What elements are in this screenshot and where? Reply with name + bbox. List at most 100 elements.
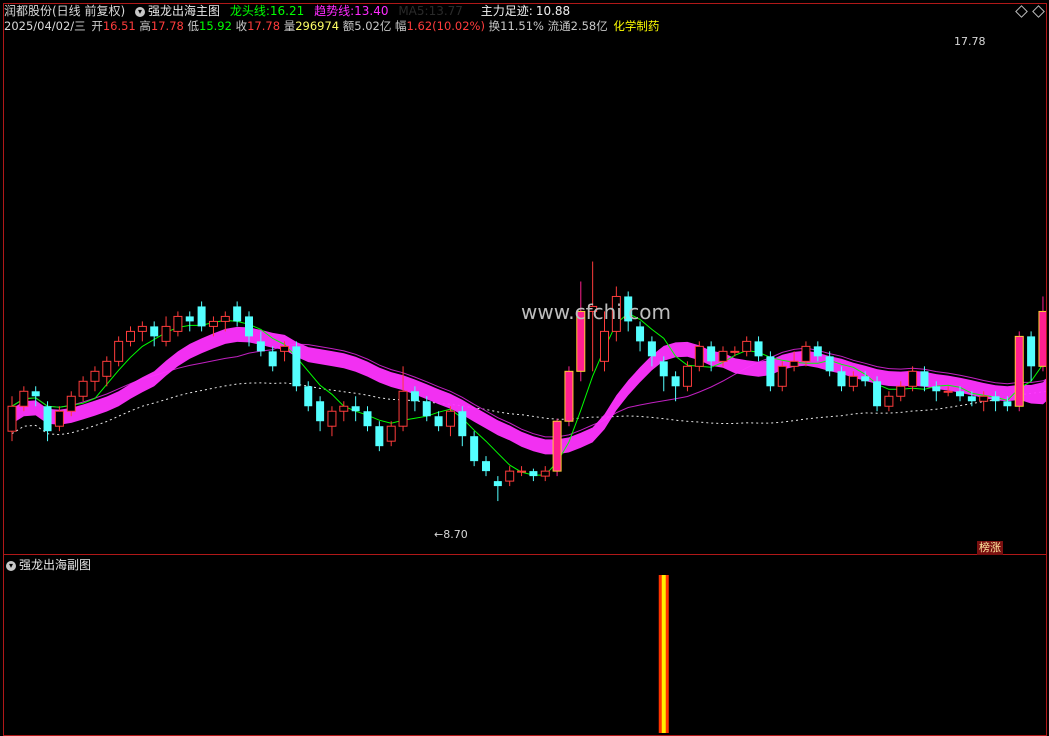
candle-body	[197, 306, 206, 327]
high-label: 高	[139, 19, 151, 33]
candle-body	[777, 365, 787, 387]
candle-body	[1038, 310, 1046, 367]
candle-body	[825, 356, 834, 372]
candlestick-chart[interactable]	[4, 4, 1046, 554]
candle-body	[327, 410, 337, 427]
candle-body	[789, 360, 799, 367]
candle-body	[220, 315, 230, 322]
candle-body	[458, 411, 467, 437]
candle-body	[671, 376, 680, 387]
candle-body	[54, 410, 64, 427]
candle-body	[552, 420, 562, 472]
trend-line	[11, 343, 1046, 438]
candle-body	[636, 326, 645, 342]
amount-label: 额	[342, 19, 355, 33]
candle-body	[848, 375, 858, 387]
candle-body	[707, 346, 716, 362]
candle-body	[932, 386, 941, 392]
zhuli-label: 主力足迹:	[480, 4, 533, 18]
candle-body	[137, 325, 147, 332]
candle-body	[564, 370, 574, 422]
candle-body	[1003, 401, 1012, 407]
candle-body	[920, 371, 929, 387]
candle-body	[398, 390, 408, 427]
ma-label: MA5:	[398, 4, 429, 18]
sub-panel-title[interactable]: 强龙出海副图	[19, 558, 91, 572]
candle-body	[813, 346, 822, 357]
close-value: 17.78	[247, 19, 281, 33]
candle-body	[682, 365, 692, 387]
turnover-label: 换	[488, 19, 501, 33]
candle-body	[31, 391, 40, 397]
volume-label: 量	[283, 19, 296, 33]
signal-chart[interactable]	[4, 555, 1046, 735]
candle-body	[126, 330, 135, 342]
open-value: 16.51	[102, 19, 136, 33]
candle-body	[730, 350, 740, 353]
candle-body	[78, 380, 88, 397]
candle-body	[375, 426, 384, 447]
candle-body	[837, 371, 846, 387]
candle-body	[529, 471, 538, 477]
candle-body	[659, 361, 668, 377]
candle-body	[316, 401, 325, 422]
candle-body	[185, 316, 194, 322]
candle-body	[540, 470, 550, 477]
trend-label: 趋势线:	[314, 4, 355, 18]
sector-name[interactable]: 化学制药	[613, 19, 659, 33]
indicator-header: 润都股份(日线 前复权) ▾ 强龙出海主图 龙头线:16.21 趋势线:13.40…	[4, 3, 570, 19]
candle-body	[161, 325, 171, 342]
candle-body	[292, 346, 301, 387]
candle-body	[173, 315, 183, 332]
longtou-value: 16.21	[269, 4, 305, 18]
quote-info-bar: 2025/04/02/三 开16.51 高17.78 低15.92 收17.78…	[4, 18, 659, 34]
candle-body	[694, 345, 704, 367]
dropdown-icon[interactable]: ▾	[6, 560, 16, 571]
main-indicator-name[interactable]: 强龙出海主图	[148, 4, 220, 18]
candle-body	[482, 461, 490, 472]
candle-body	[493, 481, 502, 487]
candle-body	[754, 341, 763, 357]
long-term-dotted-line	[11, 382, 1046, 436]
sub-chart-panel[interactable]	[3, 555, 1047, 736]
dropdown-icon[interactable]: ▾	[135, 6, 146, 17]
high-value: 17.78	[150, 19, 184, 33]
low-value: 15.92	[199, 19, 232, 33]
low-price-marker: ←8.70	[434, 528, 468, 541]
stock-label: 润都股份(日线 前复权)	[4, 4, 126, 18]
candle-body	[896, 385, 906, 397]
candle-body	[233, 306, 242, 322]
candle-body	[1027, 336, 1036, 367]
candle-body	[600, 330, 609, 362]
watermark: www.cfchi.com	[521, 300, 671, 324]
ma-value: 13.77	[428, 4, 463, 18]
candle-body	[861, 376, 870, 382]
candle-body	[647, 341, 656, 357]
float-label: 流通	[547, 19, 571, 33]
longtou-label: 龙头线:	[229, 4, 270, 18]
candle-body	[470, 436, 479, 462]
candle-body	[386, 425, 396, 442]
candle-body	[150, 326, 159, 337]
watermark-text: www.cfchi.com	[521, 300, 671, 324]
candle-body	[967, 396, 976, 402]
longtou-line	[11, 312, 1046, 476]
badge-text: 榜涨	[979, 541, 1001, 554]
quote-date: 2025/04/02/三	[4, 19, 86, 33]
candle-body	[422, 401, 431, 417]
candle-body	[884, 395, 894, 407]
main-chart-panel[interactable]	[3, 3, 1047, 555]
candle-body	[908, 370, 918, 387]
change-label: 幅	[395, 19, 407, 33]
candle-body	[1014, 335, 1024, 407]
candle-body	[280, 345, 290, 352]
candle-body	[979, 395, 989, 402]
signal-bar-core	[661, 575, 666, 733]
candle-body	[445, 410, 455, 427]
candle-body	[873, 381, 882, 407]
candle-body	[956, 391, 964, 397]
float-value: 2.58亿	[570, 19, 608, 33]
high-marker-value: 17.78	[954, 35, 986, 48]
candle-body	[339, 405, 349, 412]
sub-panel-header: ▾ 强龙出海副图	[6, 557, 91, 573]
